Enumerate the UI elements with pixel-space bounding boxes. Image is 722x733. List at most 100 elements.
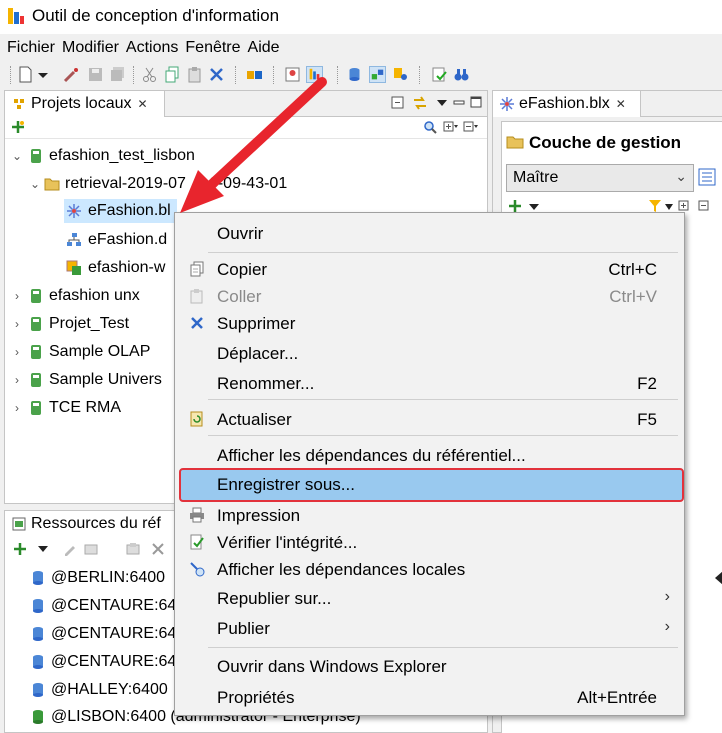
menu-aide[interactable]: Aide [240, 36, 280, 60]
menu-item-deplacer[interactable]: Déplacer... [175, 339, 684, 367]
information-design-perspective-icon[interactable] [306, 66, 323, 83]
menu-item-coller[interactable]: Coller Ctrl+V [175, 282, 684, 310]
expand-chevron-icon[interactable]: › [10, 401, 24, 415]
new-project-icon[interactable] [11, 120, 25, 134]
expand-all-icon[interactable] [678, 199, 694, 213]
expand-chevron-icon[interactable]: ⌄ [10, 149, 24, 163]
dropdown-arrow-icon[interactable] [37, 66, 49, 83]
collapse-tree-icon[interactable] [463, 120, 479, 134]
menu-fichier[interactable]: Fichier [0, 36, 55, 60]
menu-item-actualiser[interactable]: Actualiser F5 [175, 405, 684, 433]
menu-item-open-explorer[interactable]: Ouvrir dans Windows Explorer [175, 652, 684, 680]
database-icon[interactable] [346, 66, 363, 83]
menu-item-label: Afficher les dépendances locales [217, 560, 466, 579]
minimize-icon[interactable] [453, 96, 465, 108]
tree-node-retrieval-folder[interactable]: ⌄ retrieval-2019-07 6-09-43-01 [28, 172, 287, 196]
toolbar-separator [337, 66, 338, 84]
new-icon[interactable] [17, 66, 34, 83]
expand-chevron-icon[interactable]: ⌄ [28, 177, 42, 191]
menu-item-supprimer[interactable]: Supprimer [175, 309, 684, 337]
close-icon[interactable]: ✕ [616, 97, 626, 111]
paste-icon[interactable] [186, 66, 203, 83]
project-icon [31, 401, 41, 415]
menu-item-impression[interactable]: Impression [175, 501, 684, 529]
save-icon[interactable] [87, 66, 104, 83]
search-icon[interactable] [423, 120, 437, 134]
repository-session-item[interactable]: @HALLEY:6400 [30, 678, 168, 702]
collapse-tree-icon[interactable] [698, 199, 714, 213]
data-foundation-view-icon[interactable] [369, 66, 386, 83]
paste-icon [190, 289, 203, 304]
filter-icon[interactable] [648, 199, 662, 213]
expand-chevron-icon[interactable]: › [10, 317, 24, 331]
insert-item-icon[interactable] [508, 199, 522, 213]
menu-item-enregistrer-sous[interactable]: Enregistrer sous... [179, 468, 684, 502]
tree-node-efashion-blx[interactable]: eFashion.bl [64, 199, 177, 223]
menu-fenetre[interactable]: Fenêtre [177, 36, 240, 60]
close-session-icon[interactable] [151, 542, 165, 556]
tree-node-project[interactable]: › Sample Univers [10, 368, 162, 392]
database-icon [33, 655, 43, 669]
tree-node-efashion-dfx[interactable]: eFashion.d [64, 228, 167, 252]
delete-icon[interactable] [208, 66, 225, 83]
tab-repository-resources[interactable]: Ressources du réf [5, 511, 195, 537]
menu-modifier[interactable]: Modifier [54, 36, 119, 60]
tree-node-project[interactable]: › efashion unx [10, 284, 140, 308]
copy-icon[interactable] [164, 66, 181, 83]
insert-session-icon[interactable] [13, 542, 27, 556]
folder-repo-icon[interactable] [83, 542, 99, 556]
cut-icon[interactable] [141, 66, 158, 83]
search-binoculars-icon[interactable] [453, 66, 470, 83]
check-integrity-icon[interactable] [431, 66, 448, 83]
security-editor-icon[interactable] [284, 66, 301, 83]
menu-item-republier-sur[interactable]: Republier sur... › [175, 584, 684, 612]
tree-node-project[interactable]: › Sample OLAP [10, 340, 150, 364]
link-with-editor-icon[interactable] [412, 96, 428, 110]
menu-item-referentiel-dependencies[interactable]: Afficher les dépendances du référentiel.… [175, 441, 684, 469]
expand-chevron-icon[interactable]: › [10, 373, 24, 387]
expand-all-icon[interactable] [443, 120, 459, 134]
view-menu-icon[interactable] [436, 97, 448, 109]
session-label: @CENTAURE:64 [51, 653, 177, 670]
tree-node-project[interactable]: › Projet_Test [10, 312, 129, 336]
expand-chevron-icon[interactable]: › [10, 345, 24, 359]
menu-separator [208, 435, 678, 436]
menu-separator [208, 399, 678, 400]
close-icon[interactable]: ✕ [138, 97, 148, 111]
expand-chevron-icon[interactable]: › [10, 289, 24, 303]
tree-node-efashion-connection[interactable]: efashion-w [64, 256, 165, 280]
menu-item-copier[interactable]: Copier Ctrl+C [175, 255, 684, 283]
menu-item-proprietes[interactable]: Propriétés Alt+Entrée [175, 683, 684, 711]
repository-session-item[interactable]: @BERLIN:6400 [30, 566, 165, 590]
tab-efashion-blx[interactable]: eFashion.blx ✕ [493, 91, 641, 117]
menu-item-publier[interactable]: Publier › [175, 614, 684, 642]
view-settings-icon[interactable] [698, 168, 716, 186]
copy-resource-icon[interactable] [125, 542, 141, 556]
menu-item-ouvrir[interactable]: Ouvrir [175, 219, 684, 247]
wand-icon[interactable] [63, 66, 80, 83]
save-all-icon[interactable] [109, 66, 126, 83]
business-layer-view-icon[interactable] [392, 66, 409, 83]
repository-session-item[interactable]: @CENTAURE:64 [30, 594, 176, 618]
menu-item-renommer[interactable]: Renommer... F2 [175, 369, 684, 397]
repository-session-item[interactable]: @CENTAURE:64 [30, 622, 176, 646]
projects-icon [14, 99, 24, 109]
menu-actions[interactable]: Actions [118, 36, 178, 60]
menu-item-local-dependencies[interactable]: Afficher les dépendances locales [175, 555, 684, 583]
tab-local-projects[interactable]: Projets locaux ✕ [5, 91, 165, 117]
dropdown-arrow-icon[interactable] [664, 202, 674, 212]
scroll-arrow-icon[interactable] [715, 571, 722, 585]
maximize-icon[interactable] [470, 96, 482, 108]
view-dropdown[interactable]: Maître ⌄ [506, 164, 694, 192]
collapse-all-icon[interactable] [391, 96, 405, 110]
repository-session-item[interactable]: @CENTAURE:64 [30, 650, 176, 674]
tree-node-project[interactable]: ⌄ efashion_test_lisbon [10, 144, 195, 168]
tree-node-project[interactable]: › TCE RMA [10, 396, 121, 420]
dropdown-arrow-icon[interactable] [37, 544, 49, 554]
dropdown-arrow-icon[interactable] [528, 202, 540, 212]
menu-item-verifier-integrite[interactable]: Vérifier l'intégrité... [175, 528, 684, 556]
edit-icon[interactable] [63, 542, 77, 556]
publish-icon[interactable] [246, 66, 263, 83]
tree-node-label: Sample Univers [49, 371, 162, 388]
toolbar-separator [10, 66, 11, 84]
